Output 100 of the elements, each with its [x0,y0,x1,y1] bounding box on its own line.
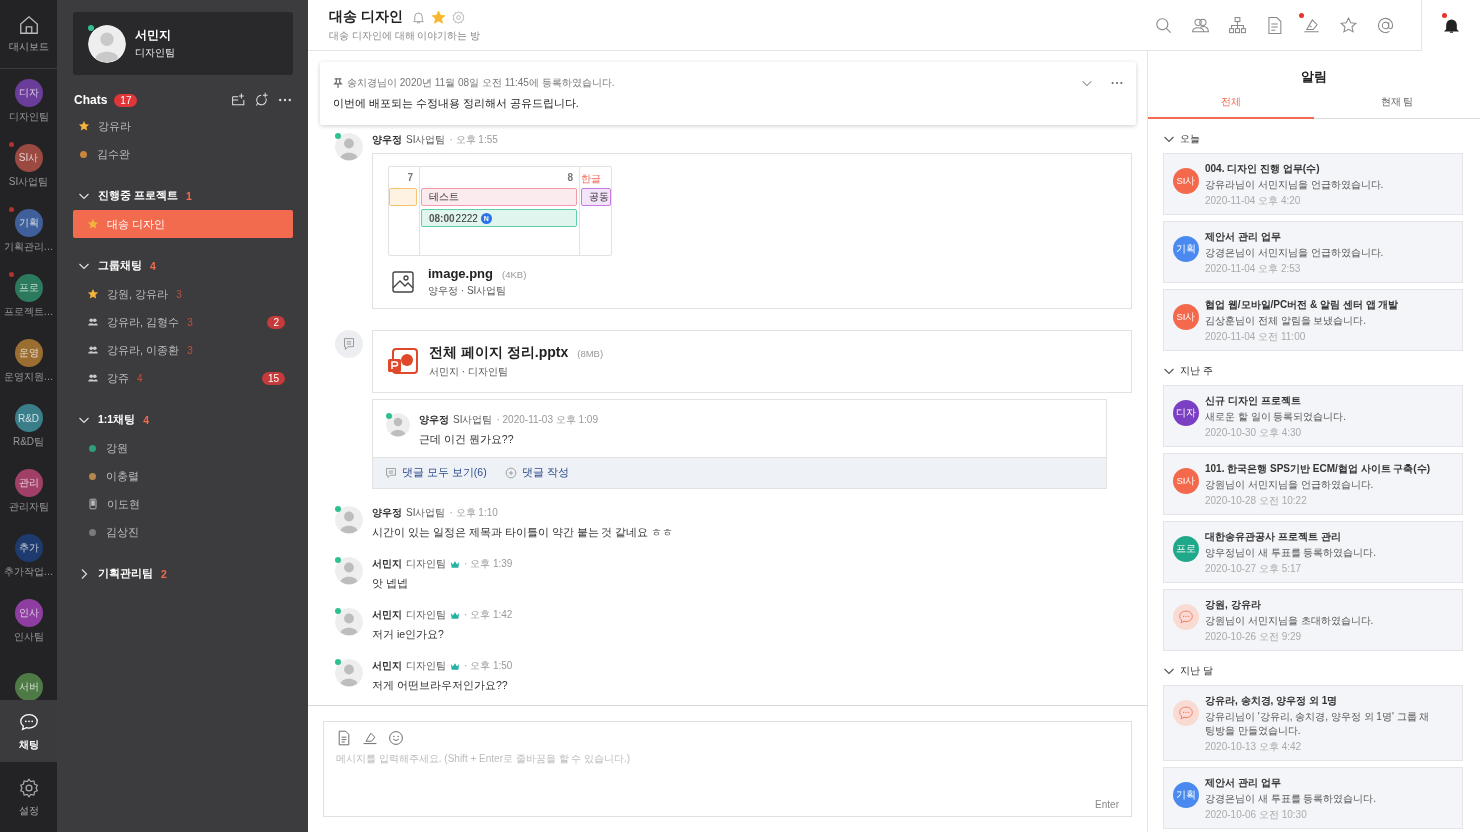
team-label: SI사업팀 [8,175,49,189]
chat-item[interactable]: 김상진 [73,518,293,546]
section-header[interactable]: 오늘 [1163,131,1463,147]
team-item[interactable]: SI사 SI사업팀 [0,134,57,199]
notification-card[interactable]: 기획 제안서 관리 업무 강경은님이 새 투표를 등록하였습니다. 2020-10-06 오전 10:30 [1163,767,1463,829]
notification-time: 2020-10-28 오전 10:22 [1205,494,1308,508]
send-button[interactable]: Enter [1095,799,1119,810]
filter-tab[interactable]: 현재 팀 [1314,92,1480,119]
chat-item[interactable]: 이도현 [73,490,293,518]
notification-card[interactable]: SI사 004. 디자인 진행 업무(수) 강유라님이 서민지님을 언급하였습니다. 2020-11-04 오후 4:20 [1163,153,1463,215]
notification-text: 김상훈님이 전체 알림을 보냈습니다. [1205,314,1368,328]
notifications-tab[interactable] [1421,0,1480,51]
file-icon[interactable] [336,730,352,746]
chat-item[interactable]: 강원 [73,434,293,462]
chat-item[interactable]: 강원, 강유라 3 [73,280,293,308]
section-header[interactable]: 지난 주 [1163,363,1463,379]
team-avatar: 서버 [14,672,43,700]
team-avatar: 인사 [14,599,43,627]
team-avatar: 기획 [14,209,43,237]
notification-card[interactable]: 강유라, 송치경, 양우정 외 1명 강유리님이 '강유리, 송치경, 양우정 외 1명' 그룹 채팅방을 만들었습니다. 2020-10-13 오후 4:42 [1163,685,1463,761]
calendar-day: 7 [389,172,417,185]
notification-text: 강경은님이 서민지님을 언급하였습니다. [1205,246,1385,260]
comment-avatar [335,330,363,358]
team-item[interactable]: 관리 관리자팀 [0,459,57,524]
message-composer[interactable]: 메시지를 입력해주세요. (Shift + Enter로 줄바꿈을 할 수 있습니다.) Enter [323,721,1132,817]
chat-nav-button[interactable]: 채팅 [0,700,57,762]
team-item[interactable]: 운영 운영지원… [0,329,57,394]
notification-card[interactable]: 강원, 강유라 강원님이 서민지님을 초대하였습니다. 2020-10-26 오전 9:29 [1163,589,1463,651]
calendar-day: 8 [421,172,577,185]
author-name: 양우정 [419,413,449,427]
chats-title: Chats [74,93,108,107]
settings-button[interactable]: 설정 [0,762,57,832]
chat-item[interactable]: 김수완 [73,140,293,168]
file-owner: 서민지 · 디자인팀 [429,365,509,379]
notification-card[interactable]: SI사 101. 한국은행 SPS기반 ECM/협업 사이트 구축(수) 강원님이 서민지님을 언급하였습니다. 2020-10-28 오전 10:22 [1163,453,1463,515]
team-label: 프로젝트… [3,305,54,319]
bell-icon [1441,16,1461,35]
notification-title: 004. 디자인 진행 업무(수) [1205,162,1321,176]
team-item[interactable]: 프로 프로젝트… [0,264,57,329]
file-owner: 양우정 · SI사업팀 [428,284,508,298]
team-avatar: 디자 [14,79,43,107]
team-avatar: R&D [14,404,43,432]
board-icon[interactable] [362,730,378,746]
notification-card[interactable]: 디자 신규 디자인 프로젝트 새로운 할 일이 등록되었습니다. 2020-10-30 오후 4:30 [1163,385,1463,447]
file-name[interactable]: image.png [428,266,493,281]
notification-title: 101. 한국은행 SPS기반 ECM/협업 사이트 구축(수) [1205,462,1432,476]
group-header[interactable]: 그룹채팅 4 [73,252,293,280]
notification-time: 2020-11-04 오후 4:20 [1205,194,1302,208]
message-time: · 오후 1:50 [464,659,513,673]
notification-time: 2020-10-30 오후 4:30 [1205,426,1303,440]
emoji-icon[interactable] [388,730,404,746]
team-item[interactable]: R&D R&D팀 [0,394,57,459]
chat-item[interactable]: 강유라, 이종환 3 [73,336,293,364]
notification-card[interactable]: 프로 대한송유관공사 프로젝트 관리 양우정님이 새 투표를 등록하였습니다. 2020-10-27 오후 5:17 [1163,521,1463,583]
author-name: 서민지 [372,608,402,622]
panel-title: 알림 [1300,69,1328,86]
notification-card[interactable]: SI사 협업 웹/모바일/PC버전 & 알림 센터 앱 개발 김상훈님이 전체 알림을 보냈습니다. 2020-11-04 오전 11:00 [1163,289,1463,351]
team-item[interactable]: 추가 추가작업… [0,524,57,589]
team-item[interactable]: 서버 [0,654,57,700]
group-header[interactable]: 기획관리팀 2 [73,560,293,588]
settings-icon[interactable] [450,9,466,25]
team-item[interactable]: 인사 인사팀 [0,589,57,654]
bell-icon[interactable] [410,9,426,25]
new-chat-icon[interactable] [254,92,270,108]
group-header[interactable]: 진행중 프로젝트 1 [73,182,293,210]
notification-time: 2020-10-13 오후 4:42 [1205,740,1303,754]
team-avatar: 운영 [14,339,43,367]
comment-icon [385,467,397,479]
image-file-icon [391,270,415,294]
notification-text: 강유라님이 서민지님을 언급하였습니다. [1205,178,1385,192]
favorite-star-icon[interactable] [430,9,446,25]
avatar [88,24,126,63]
view-comments-link[interactable]: 댓글 모두 보기(6) [385,466,487,480]
chat-item[interactable]: 강유라, 김형수 3 2 [73,308,293,336]
notification-time: 2020-11-04 오전 11:00 [1205,330,1307,344]
write-comment-link[interactable]: 댓글 작성 [504,466,569,480]
comment-time: · 2020-11-03 오후 1:09 [496,413,598,427]
group-header[interactable]: 1:1채팅 4 [73,406,293,434]
add-folder-icon[interactable] [231,92,247,108]
team-avatar: 추가 [14,534,43,562]
section-header[interactable]: 지난 달 [1163,663,1463,679]
notification-title: 강유라, 송치경, 양우정 외 1명 [1205,694,1339,708]
settings-icon [17,776,40,799]
chat-item[interactable]: 강유라 [73,112,293,140]
notification-card[interactable]: 기획 제안서 관리 업무 강경은님이 서민지님을 언급하였습니다. 2020-11-04 오후 2:53 [1163,221,1463,283]
file-name[interactable]: 전체 페이지 정리.pptx [429,344,569,360]
chat-item[interactable]: 이충렬 [73,462,293,490]
notification-title: 강원, 강유라 [1205,598,1262,612]
chat-avatar [1173,604,1199,630]
team-item[interactable]: 기획 기획관리… [0,199,57,264]
author-team: SI사업팀 [406,506,446,520]
avatar [386,413,410,437]
notification-time: 2020-11-04 오후 2:53 [1205,262,1302,276]
chat-item[interactable]: 강쥬 4 15 [73,364,293,392]
people-icon [87,372,99,384]
author-name: 서민지 [372,659,402,673]
comment-text: 근데 이건 뭔가요?? [419,433,515,447]
avatar [335,659,363,687]
unread-count: 17 [114,93,138,107]
team-item[interactable]: 디자 디자인팀 [0,69,57,134]
